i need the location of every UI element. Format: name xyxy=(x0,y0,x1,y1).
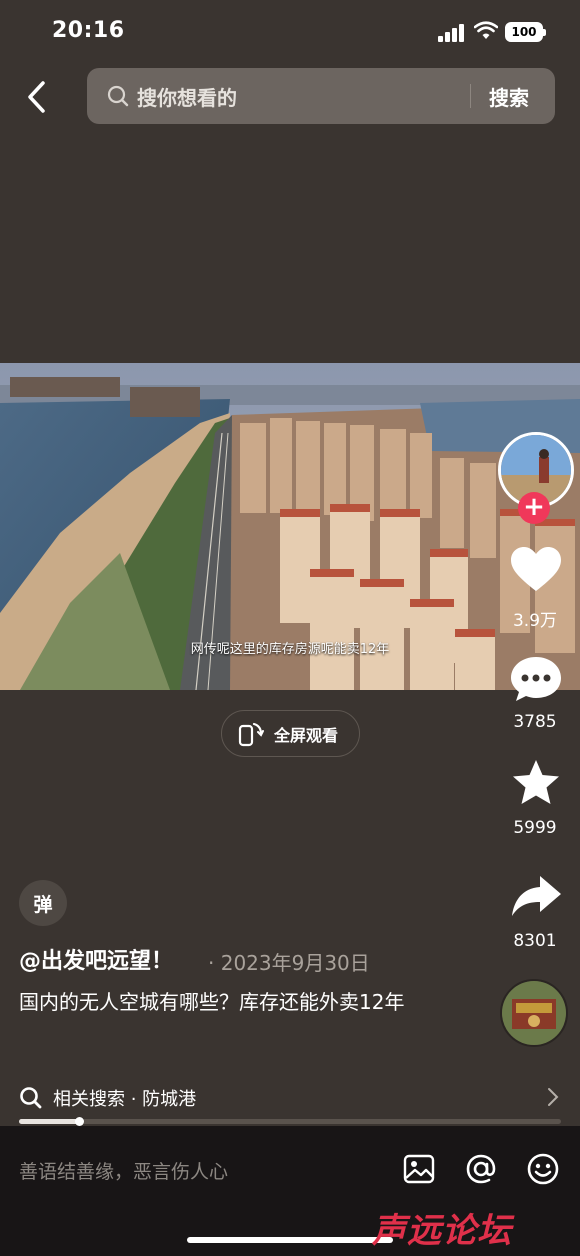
status-bar: 20:16 100 xyxy=(0,0,580,64)
fullscreen-button[interactable]: 全屏观看 xyxy=(221,710,360,757)
comment-bubble-icon[interactable] xyxy=(508,654,564,704)
search-input[interactable]: 搜你想看的 xyxy=(137,82,237,111)
share-arrow-icon[interactable] xyxy=(508,872,564,922)
wifi-icon xyxy=(474,21,498,39)
battery-indicator: 100 xyxy=(505,22,546,42)
search-icon xyxy=(107,85,129,107)
back-button[interactable] xyxy=(18,76,54,118)
video-player[interactable]: 网传呢这里的库存房源呢能卖12年 xyxy=(0,363,580,690)
back-arrow-icon xyxy=(28,81,45,113)
comment-input[interactable]: 善语结善缘，恶言伤人心 xyxy=(19,1157,228,1184)
signal-icon xyxy=(438,24,466,42)
video-progress-fill xyxy=(19,1119,79,1124)
heart-icon[interactable] xyxy=(508,545,564,595)
status-time: 20:16 xyxy=(52,18,125,43)
comment-count: 3785 xyxy=(513,712,557,732)
emoji-icon[interactable] xyxy=(526,1152,560,1186)
video-subtitle: 网传呢这里的库存房源呢能卖12年 xyxy=(190,642,390,657)
image-icon[interactable] xyxy=(402,1152,436,1186)
search-icon xyxy=(20,1087,42,1109)
related-search-label: 相关搜索 · 防城港 xyxy=(53,1089,197,1110)
search-divider xyxy=(470,84,471,108)
post-caption[interactable]: 国内的无人空城有哪些？库存还能外卖12年 xyxy=(19,987,459,1017)
follow-button[interactable]: + xyxy=(518,492,550,524)
home-indicator[interactable] xyxy=(187,1237,393,1243)
video-progress-thumb[interactable] xyxy=(74,1117,84,1126)
favorite-count: 5999 xyxy=(513,818,557,838)
search-submit-button[interactable]: 搜索 xyxy=(489,82,529,111)
music-cover-image xyxy=(502,981,566,1045)
music-disc[interactable] xyxy=(500,979,568,1047)
share-count: 8301 xyxy=(513,931,557,951)
related-search[interactable]: 相关搜索 · 防城港 xyxy=(19,1083,563,1113)
search-bar[interactable]: 搜你想看的 搜索 xyxy=(87,68,555,124)
fullscreen-label: 全屏观看 xyxy=(274,725,339,745)
author-name[interactable]: @出发吧远望！ xyxy=(19,943,173,975)
star-icon[interactable] xyxy=(508,758,564,808)
like-count: 3.9万 xyxy=(512,611,558,631)
chevron-right-icon xyxy=(548,1088,559,1106)
danmu-toggle-button[interactable]: 弹 xyxy=(19,880,67,926)
post-date: · 2023年9月30日 xyxy=(208,951,370,975)
at-icon[interactable] xyxy=(464,1152,498,1186)
video-progress-bar[interactable] xyxy=(19,1117,561,1126)
phone-rotate-icon xyxy=(238,722,264,746)
watermark: 声远论坛 xyxy=(372,1211,512,1251)
